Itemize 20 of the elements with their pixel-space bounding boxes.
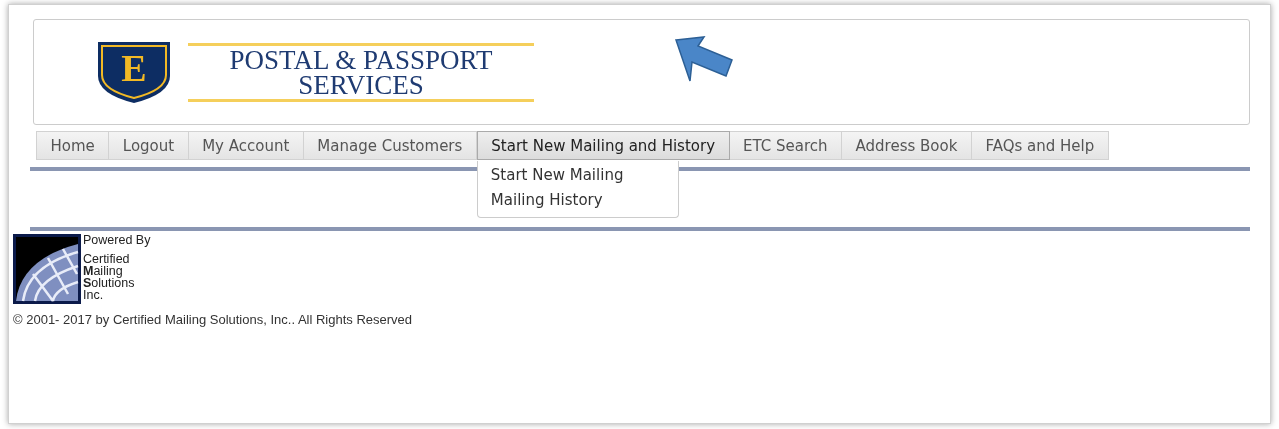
menu-item[interactable]: Mailing History <box>477 188 678 213</box>
company-name-text: Inc. <box>83 289 105 301</box>
nav-tab[interactable]: Logout <box>109 131 189 160</box>
company-name-text: Mailing <box>83 265 124 277</box>
company-name-text: Certified <box>83 253 131 265</box>
nav-tab[interactable]: Address Book <box>842 131 972 160</box>
title-text: POSTAL & PASSPORT <box>228 47 494 73</box>
nav-tab[interactable]: Manage Customers <box>303 131 477 160</box>
globe-logo <box>13 234 81 304</box>
nav-tab[interactable]: My Account <box>188 131 304 160</box>
powered-by-text: Powered By <box>83 234 151 246</box>
shield-logo: E <box>96 40 172 104</box>
copyright-text: © 2001- 2017 by Certified Mailing Solutions, Inc.. All Rights Reserved <box>13 312 414 327</box>
callout-arrow <box>674 36 734 82</box>
nav-tab[interactable]: FAQs and Help <box>971 131 1109 160</box>
menu-item[interactable]: Start New Mailing <box>477 163 678 188</box>
nav-tab[interactable]: ETC Search <box>729 131 843 160</box>
title-text: SERVICES <box>297 72 425 98</box>
nav-tab[interactable]: Home <box>36 131 110 160</box>
company-name-text: Solutions <box>83 277 136 289</box>
